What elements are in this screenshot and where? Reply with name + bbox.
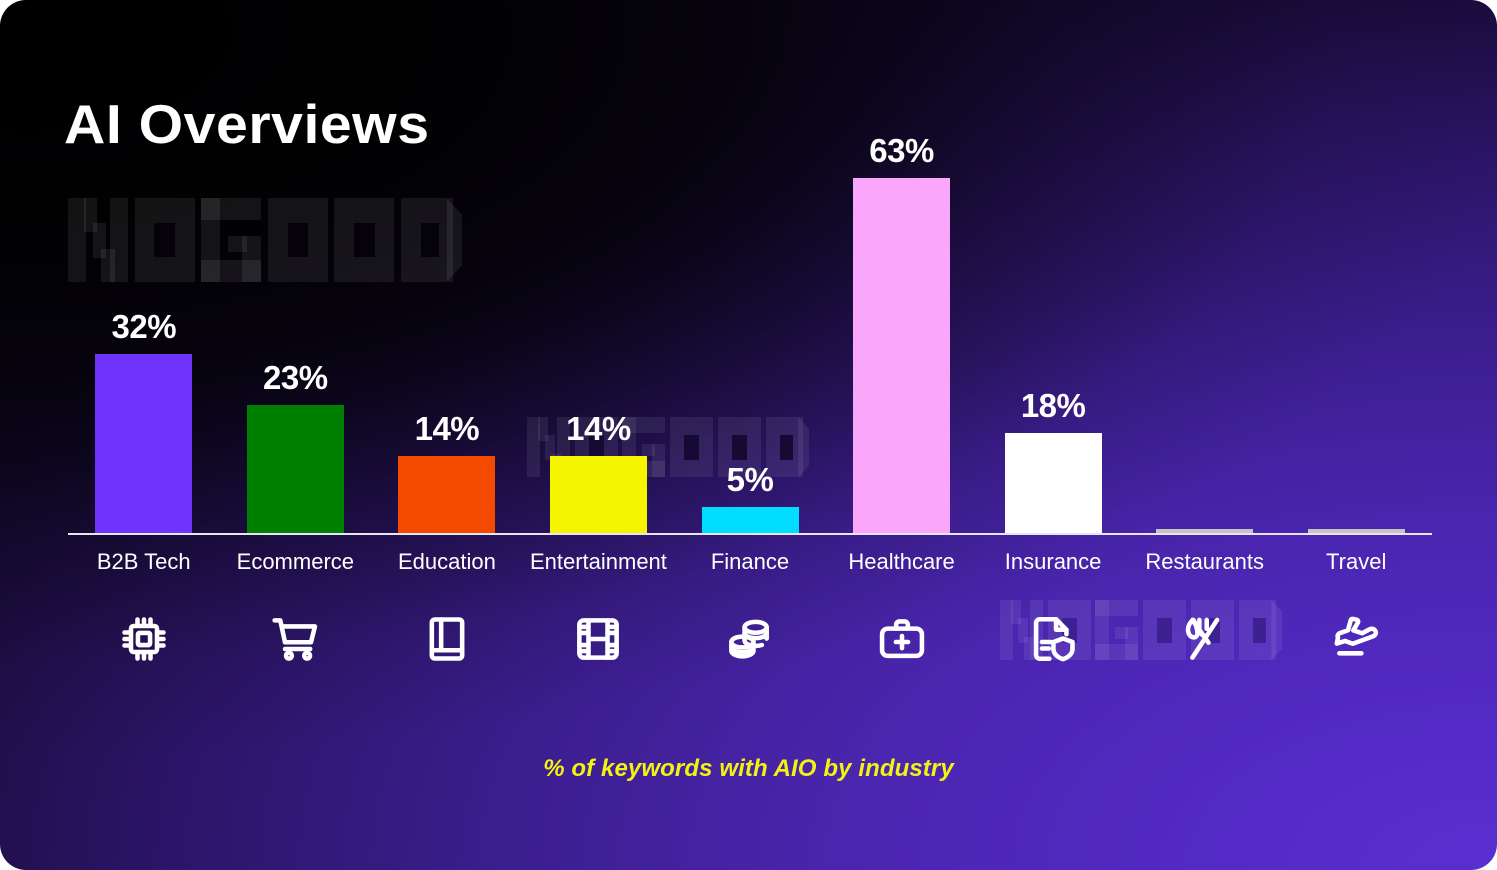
- category-label-restaurants: Restaurants: [1145, 549, 1264, 574]
- shopping-cart-icon: [220, 608, 372, 670]
- industry-icon-row: [68, 608, 1432, 672]
- bar-value-label: 14%: [566, 410, 631, 447]
- bar-column: 63%: [853, 132, 951, 535]
- bar: [246, 405, 344, 535]
- category-label-entertainment: Entertainment: [529, 549, 667, 574]
- coins-stack-icon: [674, 608, 826, 670]
- film-strip-icon: [523, 608, 675, 670]
- bar-chart-plot-area: 32% 23% 14% 14% 5% 63% 18%: [68, 134, 1432, 535]
- category-axis-labels: B2B Tech Ecommerce Education Entertainment F…: [68, 549, 1432, 583]
- category-label-finance: Finance: [710, 549, 790, 574]
- page-title: AI Overviews: [64, 93, 430, 155]
- bar-value-label: 18%: [1020, 387, 1086, 424]
- bar-column: 18%: [1004, 387, 1102, 535]
- bar: [549, 456, 647, 535]
- bar-value-label: 14%: [414, 410, 480, 447]
- chart-baseline-axis: [68, 533, 1432, 535]
- bar-value-label: 32%: [111, 308, 177, 345]
- cpu-chip-icon: [68, 608, 220, 670]
- bar-column: 14%: [398, 410, 496, 535]
- medical-bag-icon: [826, 608, 978, 670]
- bar: [95, 354, 193, 535]
- category-label-healthcare: Healthcare: [848, 549, 955, 574]
- bar: [853, 178, 951, 535]
- bar-column: 32%: [95, 308, 193, 535]
- book-icon: [371, 608, 523, 670]
- bar-value-label: 5%: [726, 461, 774, 498]
- bar-column: 14%: [549, 410, 647, 535]
- category-label-insurance: Insurance: [1004, 549, 1102, 574]
- category-label-travel: Travel: [1326, 549, 1387, 574]
- bar: [701, 507, 799, 535]
- airplane-icon: [1280, 608, 1432, 670]
- bar-value-label: 23%: [263, 359, 328, 396]
- infographic-card: AI Overviews 32% 23% 14% 14% 5% 63% 18% B2B Te…: [0, 0, 1497, 870]
- category-label-b2b-tech: B2B Tech: [96, 549, 191, 574]
- bar-column: 5%: [701, 461, 799, 535]
- category-label-education: Education: [397, 549, 496, 574]
- category-label-ecommerce: Ecommerce: [236, 549, 354, 574]
- fork-knife-icon: [1129, 608, 1281, 670]
- document-shield-icon: [977, 608, 1129, 670]
- bar: [398, 456, 496, 535]
- bar-value-label: 63%: [869, 132, 934, 169]
- chart-caption: % of keywords with AIO by industry: [543, 755, 954, 782]
- bar-column: 23%: [246, 359, 344, 535]
- bar: [1004, 433, 1102, 535]
